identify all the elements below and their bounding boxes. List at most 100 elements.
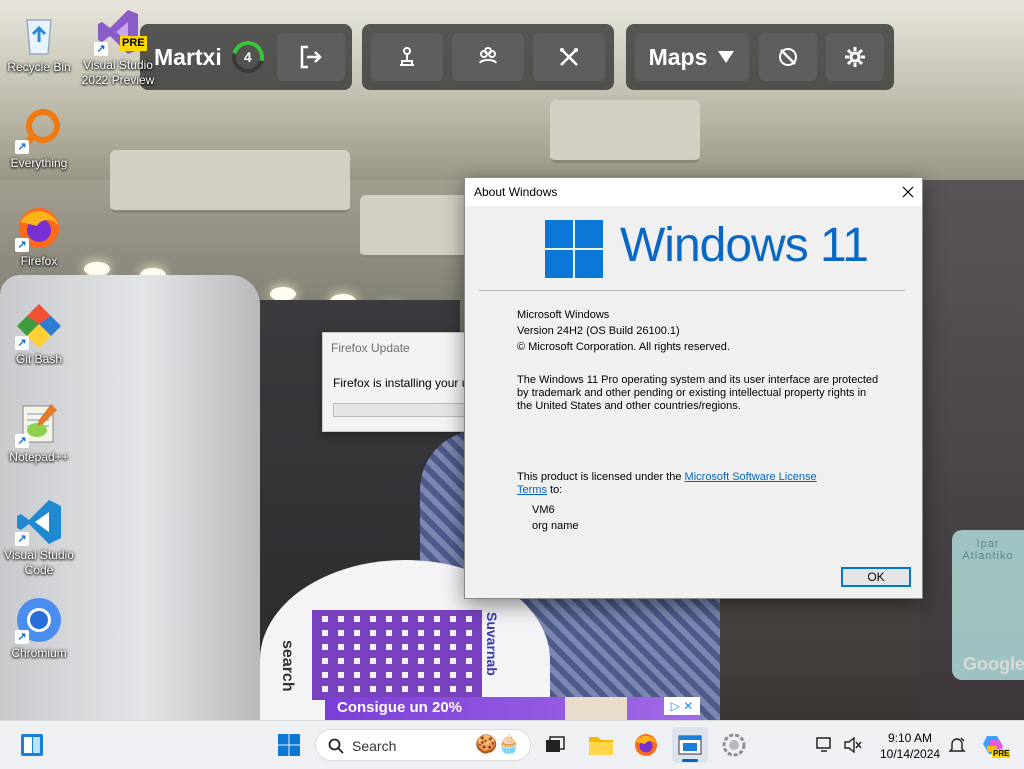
- desktop-icon-visual-studio-preview[interactable]: PRE ↗ Visual Studio 2022 Preview: [80, 8, 156, 88]
- copyright-text: © Microsoft Corporation. All rights rese…: [517, 341, 730, 353]
- winver-app-icon: [678, 735, 702, 755]
- task-view-icon: [546, 736, 565, 752]
- logout-icon: [300, 45, 322, 69]
- volume-muted-icon: [844, 737, 862, 753]
- sv-username: Martxi: [154, 43, 222, 70]
- network-icon: [816, 737, 831, 752]
- license-terms-link[interactable]: Terms: [517, 484, 547, 496]
- firefox-icon: ↗: [15, 204, 63, 252]
- copilot-preview-badge: PRE: [992, 749, 1011, 758]
- firefox-update-title: Firefox Update: [331, 341, 410, 355]
- license-text: This product is licensed under the Micro…: [517, 471, 817, 483]
- sv-mode-button-2[interactable]: [452, 33, 524, 81]
- desktop-icon-notepad-plus-plus[interactable]: ↗ Notepad++: [1, 400, 77, 465]
- shortcut-arrow-icon: ↗: [15, 532, 29, 546]
- ok-button[interactable]: OK: [841, 567, 911, 587]
- google-logo: Google: [963, 654, 1024, 674]
- taskbar: Search 🍪🧁 9:10 AM 10/14/2024 PRE: [0, 720, 1024, 769]
- maps-dropdown-label: Maps: [648, 43, 708, 70]
- active-app-indicator: [682, 759, 698, 762]
- desktop-icon-label: Notepad++: [9, 450, 69, 464]
- chevron-down-icon: [718, 51, 735, 63]
- minimap-label: Ipar Atlantiko: [962, 538, 1014, 562]
- desktop-icon-label: Git Bash: [15, 352, 63, 366]
- shortcut-arrow-icon: ↗: [15, 630, 29, 644]
- shortcut-arrow-icon: ↗: [15, 238, 29, 252]
- firefox-update-window[interactable]: Firefox Update Firefox is installing you…: [322, 332, 474, 432]
- system-clock[interactable]: 9:10 AM 10/14/2024: [880, 730, 940, 762]
- visual-studio-preview-icon: PRE ↗: [94, 8, 147, 56]
- close-icon: [902, 186, 914, 198]
- start-button[interactable]: [271, 727, 307, 763]
- vscode-icon: ↗: [15, 498, 63, 546]
- task-view-button[interactable]: [537, 727, 573, 763]
- trademark-notice-line: The Windows 11 Pro operating system and …: [517, 374, 879, 386]
- licensed-user: VM6: [532, 504, 555, 516]
- sv-mode-button-1[interactable]: [371, 33, 443, 81]
- maps-dropdown[interactable]: Maps: [635, 33, 749, 81]
- taskbar-firefox[interactable]: [628, 727, 664, 763]
- trademark-notice-line: the United States and other countries/re…: [517, 400, 741, 412]
- close-button[interactable]: [894, 178, 922, 206]
- sv-level-ring: 4: [231, 41, 264, 73]
- taskbar-file-explorer[interactable]: [583, 727, 619, 763]
- search-placeholder: Search: [352, 738, 397, 754]
- widgets-button[interactable]: [14, 727, 50, 763]
- sv-mode-button-3[interactable]: [533, 33, 605, 81]
- desktop-icon-recycle-bin[interactable]: Recycle Bin: [1, 10, 77, 75]
- firefox-icon: [635, 734, 657, 756]
- license-suffix: to:: [546, 484, 563, 496]
- sv-settings-group: Maps: [626, 24, 894, 90]
- sv-level: 4: [243, 49, 252, 65]
- firefox-update-message: Firefox is installing your upd: [333, 376, 474, 390]
- windows-start-icon: [278, 734, 300, 756]
- desktop-icon-label: Visual Studio Code: [4, 548, 74, 577]
- sv-user-group: Martxi 4: [140, 24, 352, 90]
- desktop-icon-label: Recycle Bin: [7, 60, 71, 74]
- desktop-icon-label: Visual Studio 2022 Preview: [81, 58, 155, 87]
- group-icon: [479, 47, 497, 64]
- search-highlight-icon: 🍪🧁: [475, 734, 520, 754]
- wallpaper-overhead-bin: [110, 150, 350, 213]
- version-text: Version 24H2 (OS Build 26100.1): [517, 325, 680, 337]
- sv-mode-group: [362, 24, 614, 90]
- desktop-icon-chromium[interactable]: ↗ Chromium: [1, 596, 77, 661]
- compass-toggle-button[interactable]: [759, 33, 817, 81]
- desktop-icon-everything[interactable]: ↗ Everything: [1, 106, 77, 171]
- shortcut-arrow-icon: ↗: [94, 42, 108, 56]
- copilot-button[interactable]: PRE: [976, 727, 1012, 763]
- shortcut-arrow-icon: ↗: [15, 140, 29, 154]
- settings-button[interactable]: [826, 33, 884, 81]
- wallpaper-card-brand: Suvarnab: [484, 612, 500, 676]
- network-button[interactable]: [812, 727, 838, 763]
- desktop-icon-vscode[interactable]: ↗ Visual Studio Code: [1, 498, 77, 578]
- ad-close-icon[interactable]: ▷ ✕: [664, 697, 700, 715]
- desktop-icon-git-bash[interactable]: ↗ Git Bash: [1, 302, 77, 367]
- dialog-title: About Windows: [474, 185, 558, 199]
- volume-button[interactable]: [840, 727, 866, 763]
- sv-user-panel[interactable]: Martxi 4: [148, 33, 274, 81]
- taskbar-search-box[interactable]: Search 🍪🧁: [315, 729, 531, 761]
- dialog-divider: [479, 290, 905, 291]
- ad-banner[interactable]: Consigue un 20% ▷ ✕: [325, 697, 700, 720]
- licensed-org: org name: [532, 520, 579, 532]
- about-windows-dialog: About Windows Windows 11 Microsoft Windo…: [464, 177, 923, 599]
- license-terms-link[interactable]: Microsoft Software License: [685, 471, 817, 483]
- firefox-update-progress-bar: [333, 403, 473, 417]
- notification-button[interactable]: [944, 727, 970, 763]
- logout-button[interactable]: [277, 33, 345, 81]
- notification-bell-icon: [948, 737, 966, 752]
- notepad-plus-plus-icon: ↗: [15, 400, 63, 448]
- chromium-icon: ↗: [15, 596, 63, 644]
- license-text-cont: Terms to:: [517, 484, 562, 496]
- taskbar-about-windows[interactable]: [672, 727, 708, 763]
- desktop-icon-firefox[interactable]: ↗ Firefox: [1, 204, 77, 269]
- wallpaper-overhead-bin: [550, 100, 700, 163]
- desktop-icon-label: Chromium: [11, 646, 67, 660]
- taskbar-update-app[interactable]: [716, 727, 752, 763]
- crossed-tools-icon: [560, 48, 578, 66]
- desktop-icon-label: Firefox: [20, 254, 58, 268]
- gear-icon: [845, 47, 865, 67]
- folder-icon: [589, 737, 613, 755]
- dialog-titlebar[interactable]: About Windows: [465, 178, 922, 206]
